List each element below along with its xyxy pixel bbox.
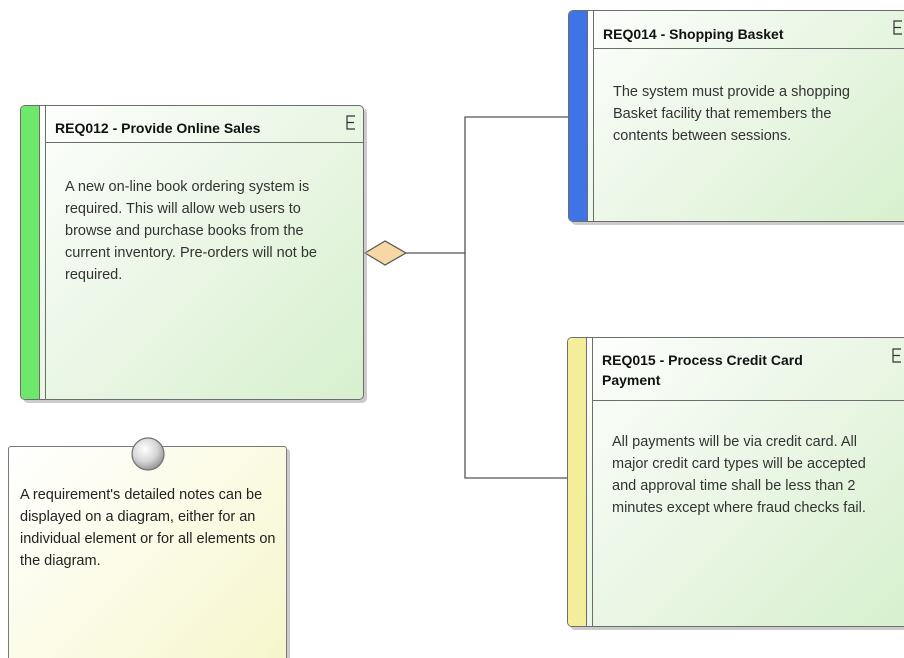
requirement-req012[interactable]: REQ012 - Provide Online Sales A new on-l…: [20, 105, 364, 400]
aggregation-diamond-icon: [363, 240, 408, 266]
requirement-e-icon: [346, 115, 355, 130]
requirement-e-icon: [892, 348, 901, 363]
diagram-note[interactable]: A requirement's detailed notes can be di…: [8, 446, 287, 658]
requirement-req014[interactable]: REQ014 - Shopping Basket The system must…: [568, 10, 904, 222]
status-color-bar: [569, 11, 588, 221]
pin-icon: [131, 437, 165, 471]
status-color-bar: [21, 106, 40, 399]
requirement-req015[interactable]: REQ015 - Process Credit Card Payment All…: [567, 337, 904, 627]
element-title: REQ012 - Provide Online Sales: [55, 120, 261, 136]
element-notes: All payments will be via credit card. Al…: [612, 434, 866, 516]
element-notes: A new on-line book ordering system is re…: [65, 179, 317, 283]
status-color-bar: [568, 338, 587, 626]
element-title: REQ014 - Shopping Basket: [603, 26, 784, 42]
diagram-canvas: REQ012 - Provide Online Sales A new on-l…: [0, 0, 904, 658]
note-text: A requirement's detailed notes can be di…: [20, 487, 276, 569]
aggregation-connector[interactable]: [363, 116, 569, 479]
requirement-e-icon: [893, 20, 902, 35]
element-title: REQ015 - Process Credit Card Payment: [602, 352, 803, 388]
element-notes: The system must provide a shopping Baske…: [613, 84, 850, 144]
